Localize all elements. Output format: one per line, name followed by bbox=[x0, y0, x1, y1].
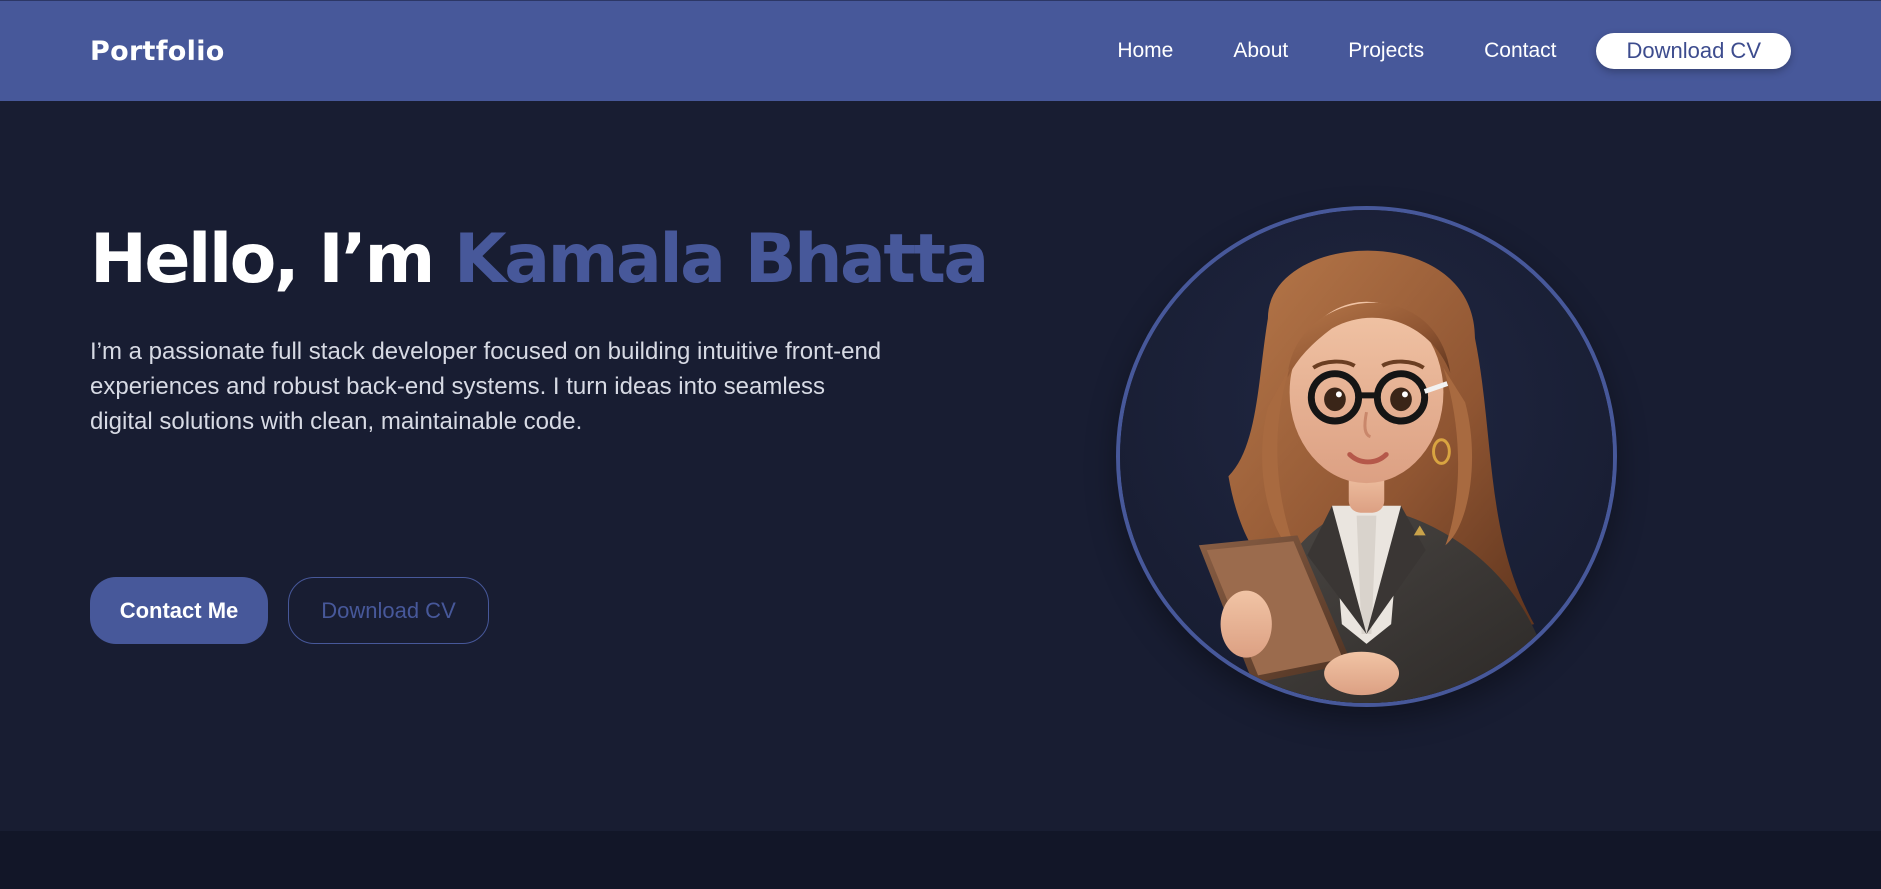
nav-download-cv-button[interactable]: Download CV bbox=[1596, 33, 1791, 69]
footer-band bbox=[0, 831, 1881, 889]
hero-name: Kamala Bhatta bbox=[454, 220, 989, 299]
brand-logo[interactable]: Portfolio bbox=[90, 36, 225, 67]
contact-me-button[interactable]: Contact Me bbox=[90, 577, 268, 644]
nav-links: Home About Projects Contact Download CV bbox=[1117, 33, 1791, 69]
top-navbar: Portfolio Home About Projects Contact Do… bbox=[0, 0, 1881, 101]
hero-greeting: Hello, I’m bbox=[90, 220, 435, 299]
download-cv-button[interactable]: Download CV bbox=[288, 577, 489, 644]
avatar bbox=[1116, 206, 1617, 707]
nav-link-about[interactable]: About bbox=[1233, 39, 1288, 63]
nav-link-contact[interactable]: Contact bbox=[1484, 39, 1556, 63]
nav-link-home[interactable]: Home bbox=[1117, 39, 1173, 63]
hero-headline: Hello, I’m Kamala Bhatta bbox=[90, 226, 989, 294]
nav-link-projects[interactable]: Projects bbox=[1348, 39, 1424, 63]
avatar-illustration-icon bbox=[1120, 210, 1613, 703]
hero-bio: I’m a passionate full stack developer fo… bbox=[90, 338, 882, 435]
